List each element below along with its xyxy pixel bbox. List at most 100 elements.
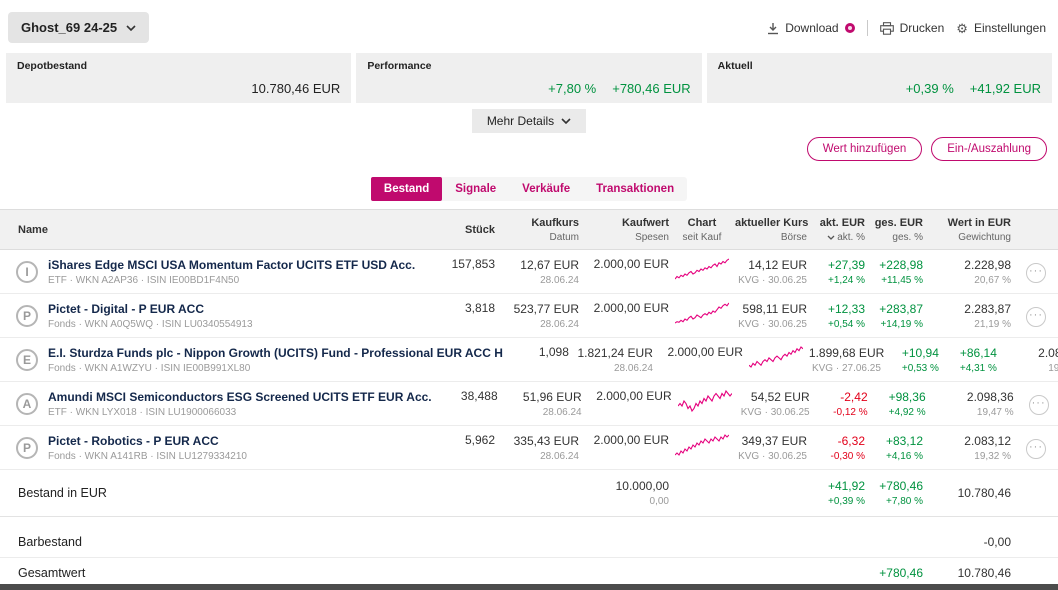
kurs-cell: 598,11 EURKVG · 30.06.25	[732, 302, 810, 330]
bestand-kaufwert-cell: 10.000,000,00	[582, 479, 672, 507]
wert-cell: 2.086,1419,35 %	[1000, 346, 1058, 374]
details-row: Mehr Details	[0, 109, 1058, 133]
menu-cell: ···	[1014, 437, 1058, 459]
download-button[interactable]: Download	[767, 21, 854, 35]
mehr-details-label: Mehr Details	[487, 114, 554, 128]
aktuell-pct: +0,39 %	[906, 81, 954, 96]
bestand-label: Bestand in EUR	[0, 486, 432, 500]
settings-button[interactable]: ⚙ Einstellungen	[956, 21, 1046, 35]
ges-cell: +86,14+4,31 %	[942, 346, 1000, 374]
akt-cell: +10,94+0,53 %	[884, 346, 942, 374]
header-akt[interactable]: akt. EUR akt. %	[810, 217, 868, 243]
tab-bestand[interactable]: Bestand	[371, 177, 442, 201]
bestand-summary-row: Bestand in EUR 10.000,000,00 +41,92+0,39…	[0, 470, 1058, 517]
header-kaufkurs[interactable]: Kaufkurs Datum	[498, 217, 582, 243]
header-kurs[interactable]: aktueller Kurs Börse	[732, 217, 810, 243]
horizontal-scrollbar[interactable]	[0, 584, 1058, 590]
wert-cell: 2.098,3619,47 %	[929, 390, 1017, 418]
asset-name-link[interactable]: iShares Edge MSCI USA Momentum Factor UC…	[48, 258, 415, 272]
barbestand-wert-cell: -0,00	[926, 535, 1014, 549]
kaufwert-cell: 2.000,00 EUR	[582, 257, 672, 271]
table-row: P Pictet - Robotics - P EUR ACC Fonds · …	[0, 426, 1058, 470]
kaufkurs-cell: 51,96 EUR28.06.24	[501, 390, 585, 418]
aktuell-card: Aktuell +0,39 % +41,92 EUR	[707, 53, 1052, 103]
chart-cell	[672, 301, 732, 330]
asset-name-link[interactable]: E.I. Sturdza Funds plc - Nippon Growth (…	[48, 346, 503, 360]
mehr-details-button[interactable]: Mehr Details	[472, 109, 586, 133]
bestand-akt-cell: +41,92+0,39 %	[810, 479, 868, 507]
asset-letter-icon: I	[16, 261, 38, 283]
stueck-cell: 1,098	[506, 345, 572, 359]
row-menu-icon[interactable]: ···	[1029, 395, 1049, 415]
bestand-ges-cell: +780,46+7,80 %	[868, 479, 926, 507]
header-ges[interactable]: ges. EUR ges. %	[868, 217, 926, 243]
tab-signale[interactable]: Signale	[442, 177, 509, 201]
asset-meta: Fonds · WKN A1WZYU · ISIN IE00B991XL80	[48, 363, 503, 374]
settings-label: Einstellungen	[974, 21, 1046, 35]
header-chart[interactable]: Chart seit Kauf	[672, 217, 732, 243]
sparkline-chart[interactable]	[675, 257, 729, 281]
sparkline-chart[interactable]	[749, 345, 803, 369]
header-stueck[interactable]: Stück	[432, 224, 498, 236]
asset-letter-icon: A	[16, 393, 38, 415]
kurs-cell: 1.899,68 EURKVG · 27.06.25	[806, 346, 884, 374]
print-button[interactable]: Drucken	[880, 21, 945, 35]
wert-cell: 2.228,9820,67 %	[926, 258, 1014, 286]
asset-name-link[interactable]: Pictet - Robotics - P EUR ACC	[48, 434, 247, 448]
gesamtwert-wert-cell: 10.780,46	[926, 566, 1014, 580]
printer-icon	[880, 22, 894, 35]
menu-cell: ···	[1014, 305, 1058, 327]
asset-letter-icon: P	[16, 437, 38, 459]
asset-name-link[interactable]: Amundi MSCI Semiconductors ESG Screened …	[48, 390, 432, 404]
gear-icon: ⚙	[956, 22, 968, 35]
kaufwert-cell: 2.000,00 EUR	[582, 433, 672, 447]
wert-cell: 2.283,8721,19 %	[926, 302, 1014, 330]
header-kaufwert[interactable]: Kaufwert Spesen	[582, 217, 672, 243]
gesamtwert-ges-cell: +780,46	[868, 566, 926, 580]
tabs: Bestand Signale Verkäufe Transaktionen	[371, 177, 687, 201]
spacer	[0, 517, 1058, 527]
wert-cell: 2.083,1219,32 %	[926, 434, 1014, 462]
card-label: Depotbestand	[17, 60, 340, 72]
table-row: P Pictet - Digital - P EUR ACC Fonds · W…	[0, 294, 1058, 338]
chevron-down-icon	[561, 118, 571, 124]
gesamtwert-label: Gesamtwert	[0, 566, 432, 580]
asset-name-link[interactable]: Pictet - Digital - P EUR ACC	[48, 302, 253, 316]
header-wert[interactable]: Wert in EUR Gewichtung	[926, 217, 1014, 243]
tab-transaktionen[interactable]: Transaktionen	[583, 177, 687, 201]
sparkline-chart[interactable]	[678, 389, 732, 413]
asset-meta: Fonds · WKN A141RB · ISIN LU1279334210	[48, 451, 247, 462]
row-menu-icon[interactable]: ···	[1026, 439, 1046, 459]
row-menu-icon[interactable]: ···	[1026, 307, 1046, 327]
topbar: Ghost_69 24-25 Download Drucken ⚙ Einste…	[0, 0, 1058, 43]
kaufwert-cell: 2.000,00 EUR	[585, 389, 675, 403]
sort-caret-icon	[827, 235, 835, 240]
table-header: Name Stück Kaufkurs Datum Kaufwert Spese…	[0, 209, 1058, 250]
header-name[interactable]: Name	[0, 224, 432, 236]
stueck-cell: 3,818	[432, 301, 498, 315]
portfolio-selector[interactable]: Ghost_69 24-25	[8, 12, 149, 43]
asset-letter-icon: E	[16, 349, 38, 371]
tabs-row: Bestand Signale Verkäufe Transaktionen	[0, 177, 1058, 201]
chart-cell	[672, 433, 732, 462]
asset-meta: ETF · WKN A2AP36 · ISIN IE00BD1F4N50	[48, 275, 415, 286]
sparkline-chart[interactable]	[675, 433, 729, 457]
menu-cell: ···	[1017, 393, 1058, 415]
ges-cell: +228,98+11,45 %	[868, 258, 926, 286]
kaufwert-cell: 2.000,00 EUR	[656, 345, 746, 359]
performance-value: +780,46 EUR	[612, 81, 690, 96]
ges-cell: +83,12+4,16 %	[868, 434, 926, 462]
tab-verkaeufe[interactable]: Verkäufe	[509, 177, 583, 201]
barbestand-label: Barbestand	[0, 535, 432, 549]
asset-meta: ETF · WKN LYX018 · ISIN LU1900066033	[48, 407, 432, 418]
wert-hinzufuegen-button[interactable]: Wert hinzufügen	[807, 137, 923, 161]
download-label: Download	[785, 21, 838, 35]
akt-cell: +12,33+0,54 %	[810, 302, 868, 330]
performance-pct: +7,80 %	[548, 81, 596, 96]
row-menu-icon[interactable]: ···	[1026, 263, 1046, 283]
sparkline-chart[interactable]	[675, 301, 729, 325]
action-buttons: Wert hinzufügen Ein-/Auszahlung	[11, 137, 1047, 161]
chart-cell	[746, 345, 806, 374]
card-label: Performance	[367, 60, 690, 72]
ein-auszahlung-button[interactable]: Ein-/Auszahlung	[931, 137, 1047, 161]
